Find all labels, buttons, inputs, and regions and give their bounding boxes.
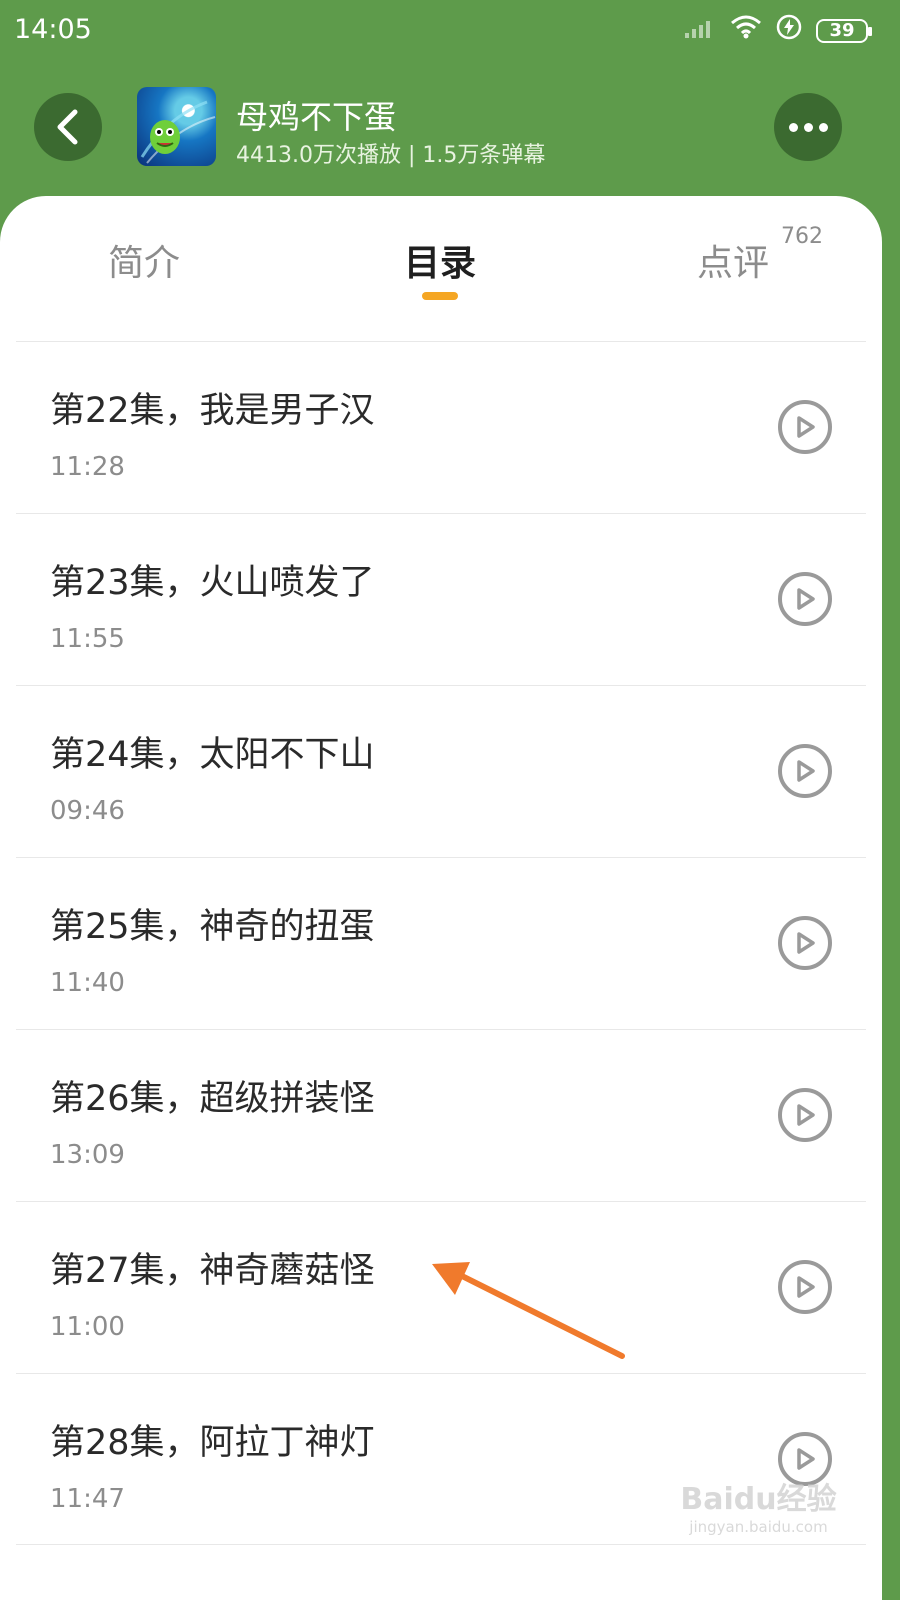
play-button[interactable] xyxy=(778,916,832,970)
tab-intro[interactable]: 简介 xyxy=(108,234,180,286)
more-dot xyxy=(803,122,813,132)
tab-reviews[interactable]: 点评 xyxy=(697,234,769,286)
tab-catalog[interactable]: 目录 xyxy=(404,234,476,286)
signal-icon xyxy=(684,15,716,46)
cartoon-thumbnail xyxy=(137,87,216,166)
tab-bar: 简介 目录 点评 762 xyxy=(0,196,882,341)
baidu-watermark: Baidu经验 jingyan.baidu.com xyxy=(676,1474,841,1554)
play-button[interactable] xyxy=(778,1260,832,1314)
reviews-count-badge: 762 xyxy=(781,224,823,249)
episode-duration: 11:47 xyxy=(50,1484,125,1514)
episode-duration: 13:09 xyxy=(50,1140,125,1170)
episode-title: 第25集，神奇的扭蛋 xyxy=(50,907,375,947)
episode-row[interactable]: 第22集，我是男子汉 11:28 xyxy=(16,341,866,513)
status-time: 14:05 xyxy=(14,14,92,45)
episode-title: 第26集，超级拼装怪 xyxy=(50,1079,375,1119)
episode-list: 第22集，我是男子汉 11:28 第23集，火山喷发了 11:55 第24集，太… xyxy=(16,341,866,1545)
watermark-url: jingyan.baidu.com xyxy=(689,1518,828,1536)
battery-icon: 39 xyxy=(816,18,872,43)
status-icons: 39 xyxy=(684,14,872,47)
play-icon xyxy=(797,932,815,954)
play-icon xyxy=(797,416,815,438)
episode-duration: 09:46 xyxy=(50,796,125,826)
play-icon xyxy=(797,1276,815,1298)
episode-duration: 11:00 xyxy=(50,1312,125,1342)
play-icon xyxy=(797,760,815,782)
watermark-logo: Baidu经验 xyxy=(680,1482,837,1517)
more-dot xyxy=(788,122,798,132)
episode-title: 第28集，阿拉丁神灯 xyxy=(50,1423,375,1463)
tab-active-indicator xyxy=(422,292,458,300)
charging-icon xyxy=(776,14,802,47)
episode-duration: 11:28 xyxy=(50,452,125,482)
chevron-left-icon xyxy=(57,109,78,145)
wifi-icon xyxy=(730,15,762,46)
header: 母鸡不下蛋 4413.0万次播放 | 1.5万条弹幕 xyxy=(0,60,882,210)
content-sheet: 简介 目录 点评 762 第22集，我是男子汉 11:28 第23集，火山喷发了… xyxy=(0,196,882,1600)
episode-duration: 11:40 xyxy=(50,968,125,998)
back-button[interactable] xyxy=(34,93,102,161)
play-icon xyxy=(797,1448,815,1470)
play-icon xyxy=(797,588,815,610)
episode-row[interactable]: 第26集，超级拼装怪 13:09 xyxy=(16,1029,866,1201)
more-dot xyxy=(818,122,828,132)
episode-row[interactable]: 第25集，神奇的扭蛋 11:40 xyxy=(16,857,866,1029)
more-button[interactable] xyxy=(774,93,842,161)
play-button[interactable] xyxy=(778,744,832,798)
show-stats: 4413.0万次播放 | 1.5万条弹幕 xyxy=(236,143,546,168)
play-icon xyxy=(797,1104,815,1126)
episode-title: 第23集，火山喷发了 xyxy=(50,563,375,603)
episode-title: 第27集，神奇蘑菇怪 xyxy=(50,1251,375,1291)
episode-title: 第24集，太阳不下山 xyxy=(50,735,375,775)
episode-row[interactable]: 第27集，神奇蘑菇怪 11:00 xyxy=(16,1201,866,1373)
episode-title: 第22集，我是男子汉 xyxy=(50,391,375,431)
play-button[interactable] xyxy=(778,572,832,626)
episode-row[interactable]: 第23集，火山喷发了 11:55 xyxy=(16,513,866,685)
show-title: 母鸡不下蛋 xyxy=(236,98,397,136)
status-bar: 14:05 39 xyxy=(0,0,882,60)
play-button[interactable] xyxy=(778,1088,832,1142)
play-button[interactable] xyxy=(778,400,832,454)
episode-duration: 11:55 xyxy=(50,624,125,654)
episode-row[interactable]: 第24集，太阳不下山 09:46 xyxy=(16,685,866,857)
